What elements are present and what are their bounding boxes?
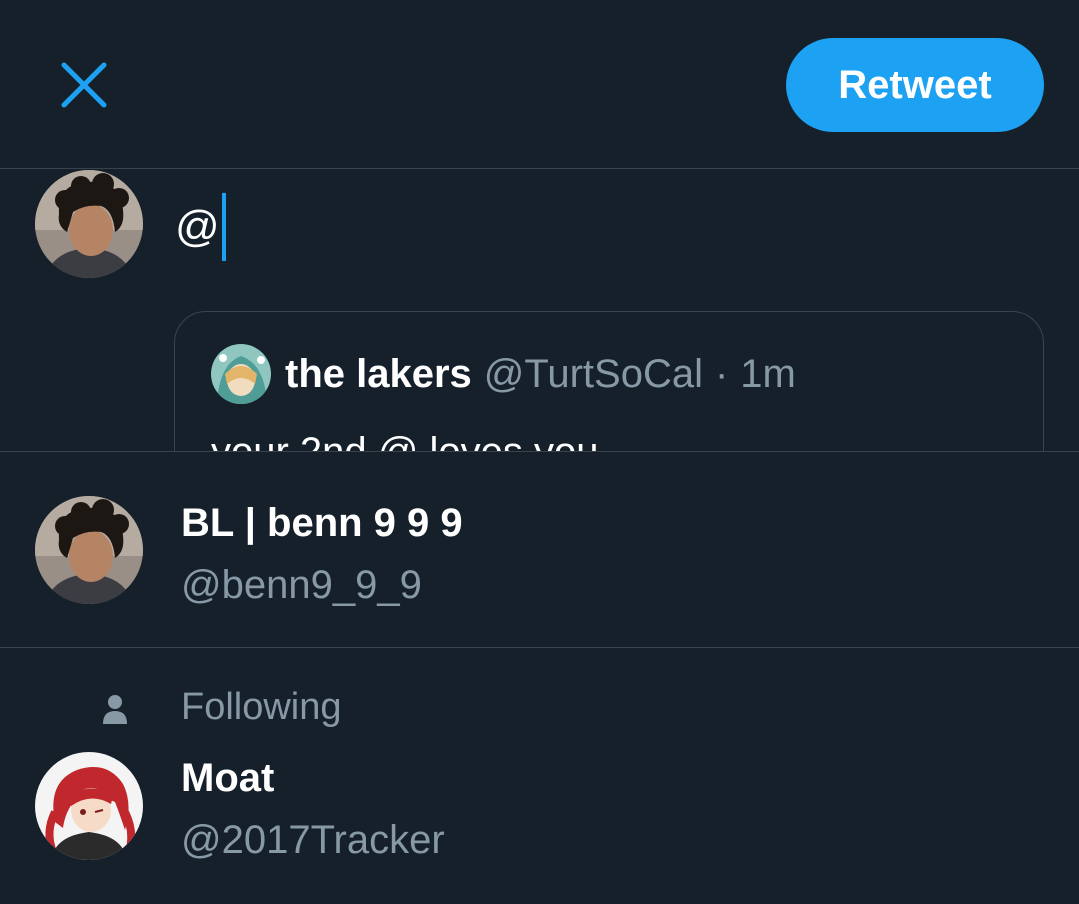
anime-avatar-icon <box>35 752 143 860</box>
suggestion-name: Moat <box>181 756 275 800</box>
suggestion-item[interactable]: BL | benn 9 9 9 @benn9_9_9 <box>0 452 1079 647</box>
suggestion-context: Following <box>0 648 1079 758</box>
text-cursor <box>221 193 226 261</box>
close-icon <box>61 62 107 108</box>
suggestion-item[interactable]: Following Moat @2017Tracker <box>0 648 1079 904</box>
person-icon <box>103 695 127 724</box>
quoted-user-name: the lakers <box>285 351 472 396</box>
suggestion-handle: @2017Tracker <box>181 818 445 862</box>
mention-suggestions: BL | benn 9 9 9 @benn9_9_9 Following Moa… <box>0 451 1079 904</box>
separator-dot: · <box>714 351 729 396</box>
suggestion-handle: @benn9_9_9 <box>181 563 422 607</box>
retweet-button[interactable]: Retweet <box>786 38 1044 132</box>
suggestion-avatar <box>35 752 143 860</box>
user-avatar-icon <box>35 170 143 278</box>
compose-avatar <box>35 170 143 278</box>
following-label: Following <box>181 686 342 728</box>
quoted-user-avatar <box>211 344 271 404</box>
compose-header: Retweet <box>0 0 1079 169</box>
retweet-compose-screen: Retweet @ the lakers @TurtSoCal · 1m BL … <box>0 0 1079 904</box>
user-avatar-icon <box>35 496 143 604</box>
close-button[interactable] <box>52 53 116 117</box>
suggestion-avatar <box>35 496 143 604</box>
quoted-tweet-time: 1m <box>740 351 796 396</box>
suggestion-name: BL | benn 9 9 9 <box>181 501 463 545</box>
quoted-avatar-icon <box>211 344 271 404</box>
compose-input-text: @ <box>175 202 220 251</box>
quoted-user-handle: @TurtSoCal <box>483 351 703 396</box>
quoted-tweet-header: the lakers @TurtSoCal · 1m <box>211 344 796 404</box>
tweet-compose-input[interactable]: @ <box>175 193 226 261</box>
